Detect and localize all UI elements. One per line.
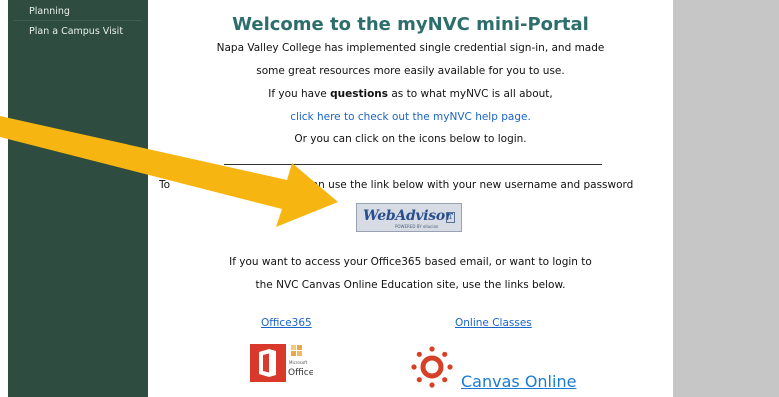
- webadvisor-powered-text: POWERED BY ellucian: [395, 224, 439, 229]
- questions-prefix: If you have: [268, 88, 331, 100]
- webadvisor-button[interactable]: WebAdvisor POWERED BY ellucian 1: [356, 203, 462, 232]
- sidebar-divider: [14, 20, 142, 21]
- office-line-2: the NVC Canvas Online Education site, us…: [255, 279, 566, 291]
- webadvisor-line-mid: Advis: [245, 179, 274, 191]
- office365-link[interactable]: Office365: [261, 317, 312, 329]
- canvas-online-link[interactable]: Canvas Online: [461, 372, 576, 391]
- online-classes-link[interactable]: Online Classes: [455, 317, 532, 329]
- help-page-link[interactable]: click here to check out the myNVC help p…: [290, 111, 531, 123]
- office365-logo-icon[interactable]: Microsoft Office365: [249, 342, 331, 385]
- questions-suffix: as to what myNVC is all about,: [388, 88, 553, 100]
- svg-text:Office365: Office365: [288, 368, 313, 378]
- webadvisor-logo-icon: WebAdvisor: [363, 208, 452, 224]
- svg-text:Microsoft: Microsoft: [289, 360, 308, 365]
- webadvisor-line-left: To: [159, 179, 171, 191]
- webadvisor-line: To Advis you can use the link below with y…: [159, 179, 633, 191]
- help-link-line: click here to check out the myNVC help p…: [148, 111, 673, 123]
- questions-bold: questions: [330, 88, 389, 100]
- intro-line-1: Napa Valley College has implemented sing…: [216, 42, 605, 54]
- main-content: Welcome to the myNVC mini-Portal Napa Va…: [148, 0, 673, 397]
- webadvisor-line-right: you can use the link below with your new…: [283, 179, 634, 191]
- office-line-1: If you want to access your Office365 bas…: [229, 256, 592, 268]
- page-title: Welcome to the myNVC mini-Portal: [232, 14, 589, 35]
- sidebar-item-plan-campus-visit[interactable]: Plan a Campus Visit: [29, 26, 123, 37]
- sidebar: Planning Plan a Campus Visit: [8, 0, 148, 397]
- icons-line: Or you can click on the icons below to l…: [294, 133, 527, 145]
- sidebar-item-planning[interactable]: Planning: [29, 6, 70, 17]
- intro-line-2: some great resources more easily availab…: [256, 65, 565, 77]
- left-margin: [0, 0, 8, 397]
- divider-line: [224, 164, 602, 165]
- webadvisor-box-icon: 1: [446, 212, 455, 223]
- right-gutter: [673, 0, 779, 397]
- canvas-logo-icon[interactable]: [411, 346, 453, 388]
- questions-line: If you have questions as to what myNVC i…: [148, 88, 673, 100]
